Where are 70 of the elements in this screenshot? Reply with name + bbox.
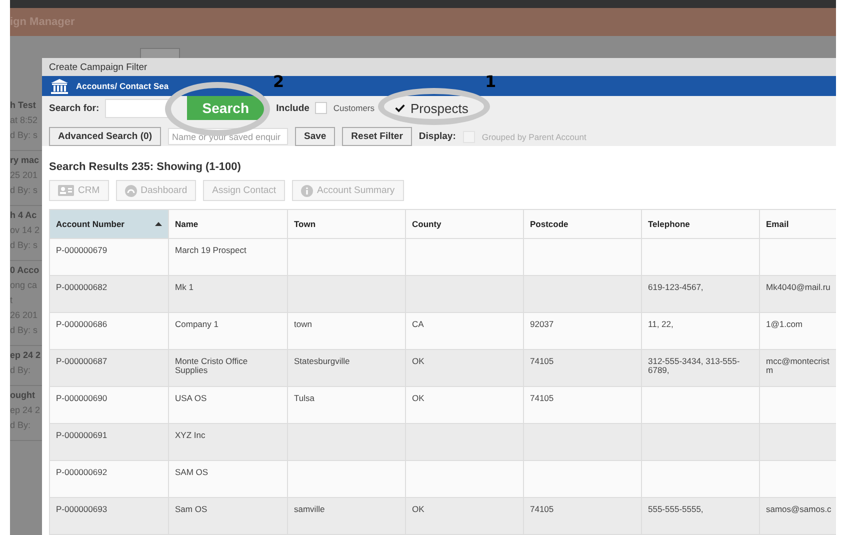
table-cell: Sam OS	[168, 498, 288, 534]
reset-filter-button[interactable]: Reset Filter	[342, 127, 412, 146]
table-cell: OK	[406, 350, 524, 386]
table-cell: samville	[288, 498, 406, 534]
save-button[interactable]: Save	[294, 127, 336, 146]
display-label: Display:	[418, 131, 456, 142]
list-item-text: h Test	[10, 100, 37, 110]
search-field[interactable]	[105, 98, 170, 118]
table-cell: 11, 22,	[642, 312, 760, 350]
list-item-text: 0 Acco	[10, 265, 40, 275]
checkbox[interactable]	[394, 103, 405, 113]
column-header[interactable]: Email	[760, 210, 836, 238]
column-header[interactable]: Name	[168, 210, 288, 238]
search-for-label: Search for:	[49, 102, 100, 114]
table-cell: XYZ Inc	[168, 424, 288, 460]
results-title: Search Results 235: Showing (1-100)	[49, 161, 242, 174]
table-cell: OK	[406, 386, 524, 424]
column-header[interactable]: County	[406, 210, 524, 238]
list-item-text: ought	[10, 390, 36, 400]
table-cell: P-000000693	[50, 498, 168, 534]
table-cell: P-000000686	[50, 312, 168, 350]
table-cell: 74105	[524, 350, 642, 386]
checkbox-label: Grouped by Parent Account	[482, 132, 586, 142]
table-cell: 312-555-3434, 313-555-6789,	[642, 350, 760, 386]
table-cell: P-000000691	[50, 424, 168, 460]
advanced-search-button[interactable]: Advanced Search (0)	[49, 127, 161, 146]
column-header[interactable]: Town	[288, 210, 406, 238]
table-cell: P-000000682	[50, 276, 168, 312]
table-cell: Company 1	[168, 312, 288, 350]
table-cell: town	[288, 312, 406, 350]
table-cell: 1@1.com	[760, 312, 836, 350]
table-cell: P-000000692	[50, 460, 168, 498]
table-cell: USA OS	[168, 386, 288, 424]
list-item-text: ry mac	[10, 155, 40, 165]
bank-building-icon	[51, 78, 68, 94]
table-cell: Mk 1	[168, 276, 288, 312]
checkbox-label: Customers	[333, 103, 375, 113]
table-cell: 555-555-5555,	[642, 498, 760, 534]
table-cell: P-000000690	[50, 386, 168, 424]
sort-caret-icon	[155, 222, 162, 226]
contact-card-icon	[58, 185, 74, 196]
column-header[interactable]: Account Number	[50, 210, 168, 238]
table-cell: 74105	[524, 498, 642, 534]
table-cell: OK	[406, 498, 524, 534]
table-cell: P-000000679	[50, 238, 168, 276]
annotation-number: 1	[485, 74, 496, 90]
list-item-text: h 4 Ac	[10, 210, 38, 220]
table-cell: 619-123-4567,	[642, 276, 760, 312]
table-cell: Tulsa	[288, 386, 406, 424]
table-cell: March 19 Prospect	[168, 238, 288, 276]
table-cell: 74105	[524, 386, 642, 424]
gauge-icon	[124, 184, 137, 196]
table-cell: samos@samos.c	[760, 498, 836, 534]
table-cell: Mk4040@mail.ru	[760, 276, 836, 312]
table-cell: CA	[406, 312, 524, 350]
table-cell: Monte Cristo Office Supplies	[168, 350, 288, 386]
annotation-number: 2	[273, 74, 284, 90]
section-title: Accounts/ Contact Sea	[76, 81, 169, 92]
info-icon	[301, 184, 314, 196]
table-cell: mcc@montecrist m	[760, 350, 836, 386]
dialog-title: Create Campaign Filter	[49, 62, 148, 73]
list-item-text: ep 24 2	[10, 350, 42, 360]
table-cell: SAM OS	[168, 460, 288, 498]
table-cell: P-000000687	[50, 350, 168, 386]
include-label: Include	[276, 102, 310, 114]
table-cell: Statesburgville	[288, 350, 406, 386]
column-header[interactable]: Postcode	[524, 210, 642, 238]
table-cell: 92037	[524, 312, 642, 350]
column-header[interactable]: Telephone	[642, 210, 760, 238]
checkbox-label: Prospects	[410, 100, 468, 116]
